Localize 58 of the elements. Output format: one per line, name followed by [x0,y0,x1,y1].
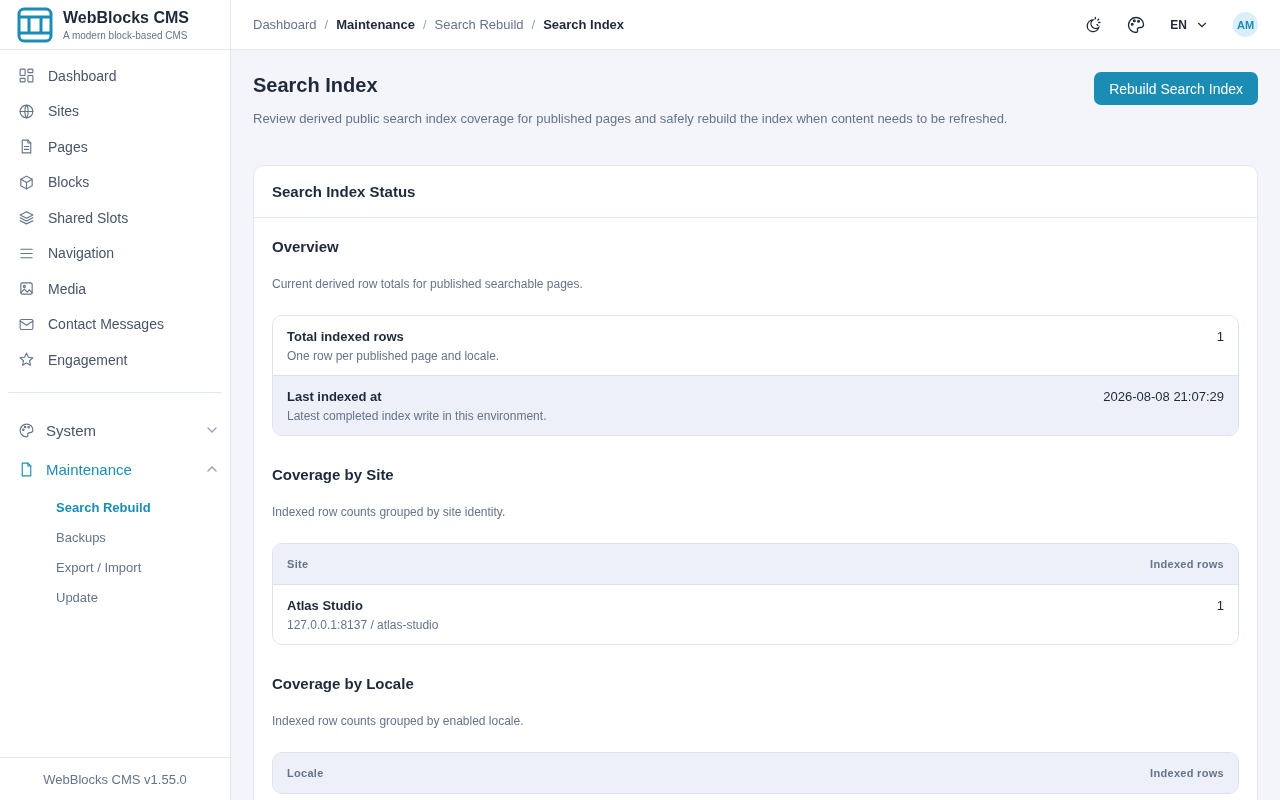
section-description: Current derived row totals for published searchable pages. [272,277,584,291]
sidebar-item[interactable]: Sites [48,103,80,120]
stat-hint: Latest completed index write in this environment. [287,409,547,423]
sidebar-group[interactable]: System [0,410,230,450]
sidebar-item[interactable]: Pages [48,138,88,155]
section-title: Coverage by Locale [272,675,415,692]
section-title: Overview [272,238,340,255]
breadcrumb-link[interactable]: Dashboard [253,17,317,32]
sidebar-item[interactable]: Contact Messages [48,316,164,333]
table-cell-text: Atlas Studio [287,598,364,613]
submenu-item[interactable]: Update [56,582,230,613]
language-selector[interactable]: EN [1170,17,1209,32]
cube-icon [18,173,35,191]
sidebar-item[interactable]: Media [48,280,87,297]
globe-icon [18,102,35,120]
submenu-item[interactable]: Backups [56,522,230,553]
sidebar-item[interactable]: Navigation [48,245,115,262]
column-header: Site [287,558,309,570]
column-header: Indexed rows [1150,558,1224,570]
breadcrumb-link[interactable]: Search Index [543,17,625,32]
breadcrumb-separator: / [324,17,329,32]
image-icon [18,280,35,298]
table-cell: 127.0.0.1:8137 / atlas-studio [287,618,439,632]
page-title: Search Index [253,74,379,97]
palette-icon[interactable] [1126,14,1147,35]
version-label: WebBlocks CMS v1.55.0 [0,757,230,800]
star-icon [18,351,35,369]
stat-label: Last indexed at [287,389,383,404]
section-title: Coverage by Site [272,466,395,483]
table-cell-text: 1 [1216,598,1224,615]
column-header: Indexed rows [1150,767,1224,779]
sidebar-group[interactable]: Maintenance [0,449,230,489]
sidebar-item[interactable]: Engagement [48,351,128,368]
logo-icon [17,6,53,43]
layers-icon [18,209,35,227]
breadcrumb-link[interactable]: Search Rebuild [434,17,524,32]
stat-hint: One row per published page and locale. [287,349,500,363]
brand-title: WebBlocks CMS [63,8,189,27]
breadcrumb-link[interactable]: Maintenance [336,17,415,32]
card-title: Search Index Status [254,166,1257,218]
submenu-item[interactable]: Search Rebuild [56,492,230,523]
grid-icon [18,67,35,85]
palette-icon [18,421,35,439]
section-description: Indexed row counts grouped by site identity. [272,505,507,519]
rebuild-button[interactable]: Rebuild Search Index [1094,72,1258,105]
sidebar-item[interactable]: Shared Slots [48,209,129,226]
stat-value: 1 [1216,329,1224,346]
stat-value: 2026-08-08 21:07:29 [1103,389,1224,406]
breadcrumb-separator: / [531,17,536,32]
section-description: Indexed row counts grouped by enabled locale. [272,714,525,728]
breadcrumb-separator: / [423,17,427,32]
sidebar-item[interactable]: Dashboard [48,67,117,84]
brand-subtitle: A modern block-based CMS [63,29,189,41]
page-description: Review derived public search index coverage for published pages and safely rebuild the index when content needs to be refreshed. [253,111,1008,126]
sidebar-item[interactable]: Blocks [48,174,90,191]
column-header: Locale [287,767,324,779]
submenu-item[interactable]: Export / Import [56,552,230,583]
stat-label: Total indexed rows [287,329,405,344]
